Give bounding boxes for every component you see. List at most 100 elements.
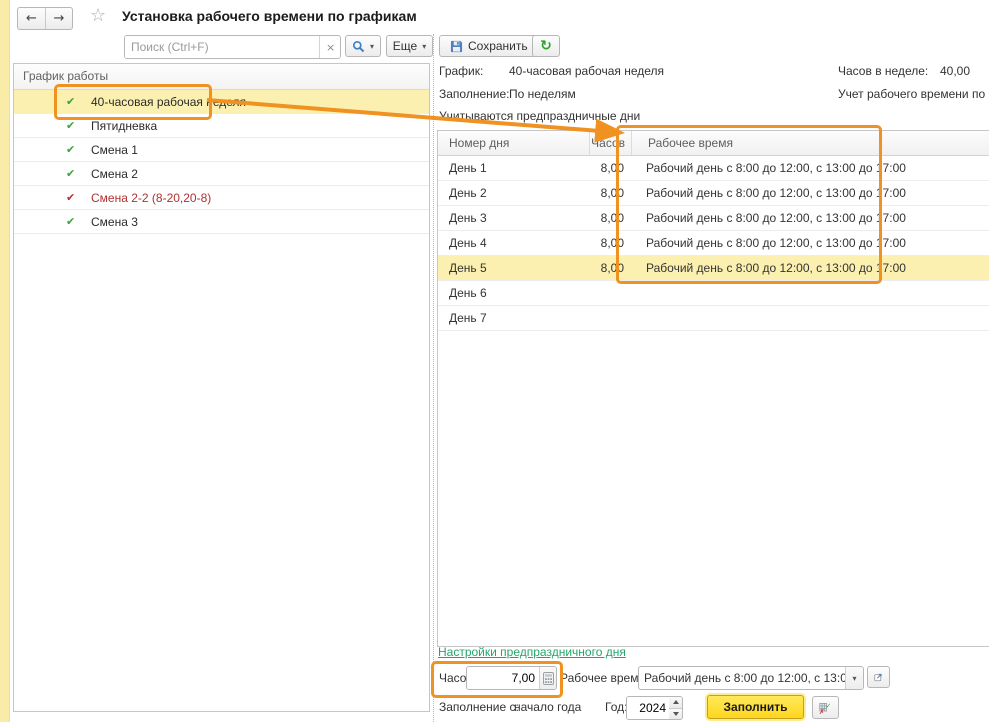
list-item-schedule[interactable]: ✔ Смена 2-2 (8-20,20-8)	[14, 186, 429, 210]
column-header-worktime[interactable]: Рабочее время	[632, 131, 989, 155]
triangle-up-icon	[673, 700, 679, 704]
list-item-label: Пятидневка	[91, 119, 157, 133]
left-accent-stripe	[0, 0, 10, 722]
day-table-header: Номер дня Часов Рабочее время	[438, 131, 989, 156]
open-worktime-button[interactable]	[867, 666, 890, 688]
refresh-icon: ↻	[540, 38, 552, 54]
day-cell: День 5	[438, 256, 589, 280]
table-row[interactable]: День 1 8,00 Рабочий день с 8:00 до 12:00…	[438, 156, 989, 181]
search-input[interactable]	[125, 36, 319, 58]
preholiday-worktime-combo[interactable]: Рабочий день с 8:00 до 12:00, с 13:00 д …	[638, 666, 864, 690]
open-form-icon	[874, 671, 883, 683]
list-item-schedule[interactable]: ✔ Смена 2	[14, 162, 429, 186]
clear-search-button[interactable]: ×	[319, 36, 340, 58]
year-label: Год:	[605, 700, 627, 714]
chevron-down-icon: ▾	[852, 674, 856, 683]
search-options-button[interactable]: ▾	[345, 35, 381, 57]
hours-per-week-value: 40,00	[926, 64, 970, 78]
hours-cell	[589, 306, 630, 330]
day-cell: День 6	[438, 281, 589, 305]
list-item-label: Смена 2-2 (8-20,20-8)	[91, 191, 211, 205]
list-item-label: Смена 1	[91, 143, 138, 157]
check-icon: ✔	[66, 215, 80, 228]
preholiday-note: Учитываются предпраздничные дни	[439, 109, 640, 123]
year-spinner	[669, 696, 683, 720]
day-table: Номер дня Часов Рабочее время День 1 8,0…	[437, 130, 989, 647]
table-row-selected[interactable]: День 5 8,00 Рабочий день с 8:00 до 12:00…	[438, 256, 989, 281]
triangle-down-icon	[673, 712, 679, 716]
table-row[interactable]: День 6	[438, 281, 989, 306]
schedule-value: 40-часовая рабочая неделя	[509, 64, 664, 78]
check-icon: ✔	[66, 191, 80, 204]
table-row[interactable]: День 4 8,00 Рабочий день с 8:00 до 12:00…	[438, 231, 989, 256]
calculator-button[interactable]	[539, 667, 556, 689]
check-icon: ✔	[66, 95, 80, 108]
panel-splitter[interactable]	[433, 34, 434, 722]
favorite-star-icon[interactable]: ☆	[90, 5, 106, 26]
year-field	[626, 696, 671, 720]
search-icon	[352, 40, 365, 53]
table-row[interactable]: День 2 8,00 Рабочий день с 8:00 до 12:00…	[438, 181, 989, 206]
fill-button[interactable]: Заполнить	[707, 695, 804, 719]
forward-button[interactable]: →	[45, 8, 72, 29]
fill-method-value: По неделям	[509, 87, 576, 101]
chevron-down-icon: ▾	[370, 42, 374, 51]
table-row[interactable]: День 3 8,00 Рабочий день с 8:00 до 12:00…	[438, 206, 989, 231]
column-header-hours[interactable]: Часов	[590, 131, 632, 155]
fill-from-label: Заполнение с:	[439, 700, 519, 714]
list-item-schedule[interactable]: ✔ 40-часовая рабочая неделя	[14, 90, 429, 114]
year-input[interactable]	[627, 697, 670, 719]
table-row[interactable]: День 7	[438, 306, 989, 331]
worktime-cell	[630, 281, 989, 305]
list-item-schedule[interactable]: ✔ Смена 1	[14, 138, 429, 162]
spin-up-button[interactable]	[669, 697, 682, 708]
calculator-icon	[543, 672, 554, 685]
more-button[interactable]: Еще ▾	[386, 35, 433, 57]
worktime-cell: Рабочий день с 8:00 до 12:00, с 13:00 до…	[630, 231, 989, 255]
day-cell: День 4	[438, 231, 589, 255]
check-icon: ✔	[66, 119, 80, 132]
list-item-label: 40-часовая рабочая неделя	[91, 95, 246, 109]
svg-text:✗: ✗	[819, 708, 825, 716]
fill-from-value: начало года	[514, 700, 581, 714]
column-header-day[interactable]: Номер дня	[438, 131, 590, 155]
list-item-schedule[interactable]: ✔ Смена 3	[14, 210, 429, 234]
preholiday-worktime-label: Рабочее время:	[560, 671, 648, 685]
check-icon: ✔	[66, 167, 80, 180]
combo-dropdown-button[interactable]: ▾	[845, 667, 863, 689]
chevron-down-icon: ▾	[422, 42, 426, 51]
hours-cell: 8,00	[589, 156, 630, 180]
more-button-label: Еще	[393, 39, 417, 53]
app-window: ← → ☆ Установка рабочего времени по граф…	[0, 0, 989, 722]
refresh-button[interactable]: ↻	[532, 35, 560, 57]
check-icon: ✔	[66, 143, 80, 156]
save-button[interactable]: Сохранить	[439, 35, 539, 57]
preholiday-settings-link[interactable]: Настройки предпраздничного дня	[438, 645, 626, 659]
schedule-list-panel: График работы ✔ 40-часовая рабочая недел…	[13, 63, 430, 712]
day-cell: День 7	[438, 306, 589, 330]
hours-cell: 8,00	[589, 256, 630, 280]
worktime-cell: Рабочий день с 8:00 до 12:00, с 13:00 до…	[630, 256, 989, 280]
day-cell: День 1	[438, 156, 589, 180]
search-box: ×	[124, 35, 341, 59]
hours-cell: 8,00	[589, 181, 630, 205]
fill-method-label: Заполнение:	[439, 87, 509, 101]
hours-per-week-label: Часов в неделе:	[838, 64, 928, 78]
schedule-list-header: График работы	[14, 64, 429, 90]
preholiday-hours-input[interactable]	[467, 667, 539, 689]
back-button[interactable]: ←	[18, 8, 45, 29]
save-floppy-icon	[450, 40, 463, 53]
fill-by-template-button[interactable]: ✓ ✗	[812, 696, 839, 719]
list-item-label: Смена 2	[91, 167, 138, 181]
worktime-cell: Рабочий день с 8:00 до 12:00, с 13:00 до…	[630, 156, 989, 180]
worktime-cell: Рабочий день с 8:00 до 12:00, с 13:00 до…	[630, 206, 989, 230]
worktime-cell: Рабочий день с 8:00 до 12:00, с 13:00 до…	[630, 181, 989, 205]
worktime-cell	[630, 306, 989, 330]
back-icon: ←	[26, 11, 37, 26]
list-item-schedule[interactable]: ✔ Пятидневка	[14, 114, 429, 138]
spin-down-button[interactable]	[669, 708, 682, 720]
nav-button-group: ← →	[17, 7, 73, 30]
hours-cell: 8,00	[589, 231, 630, 255]
preholiday-hours-field	[466, 666, 557, 690]
day-cell: День 3	[438, 206, 589, 230]
